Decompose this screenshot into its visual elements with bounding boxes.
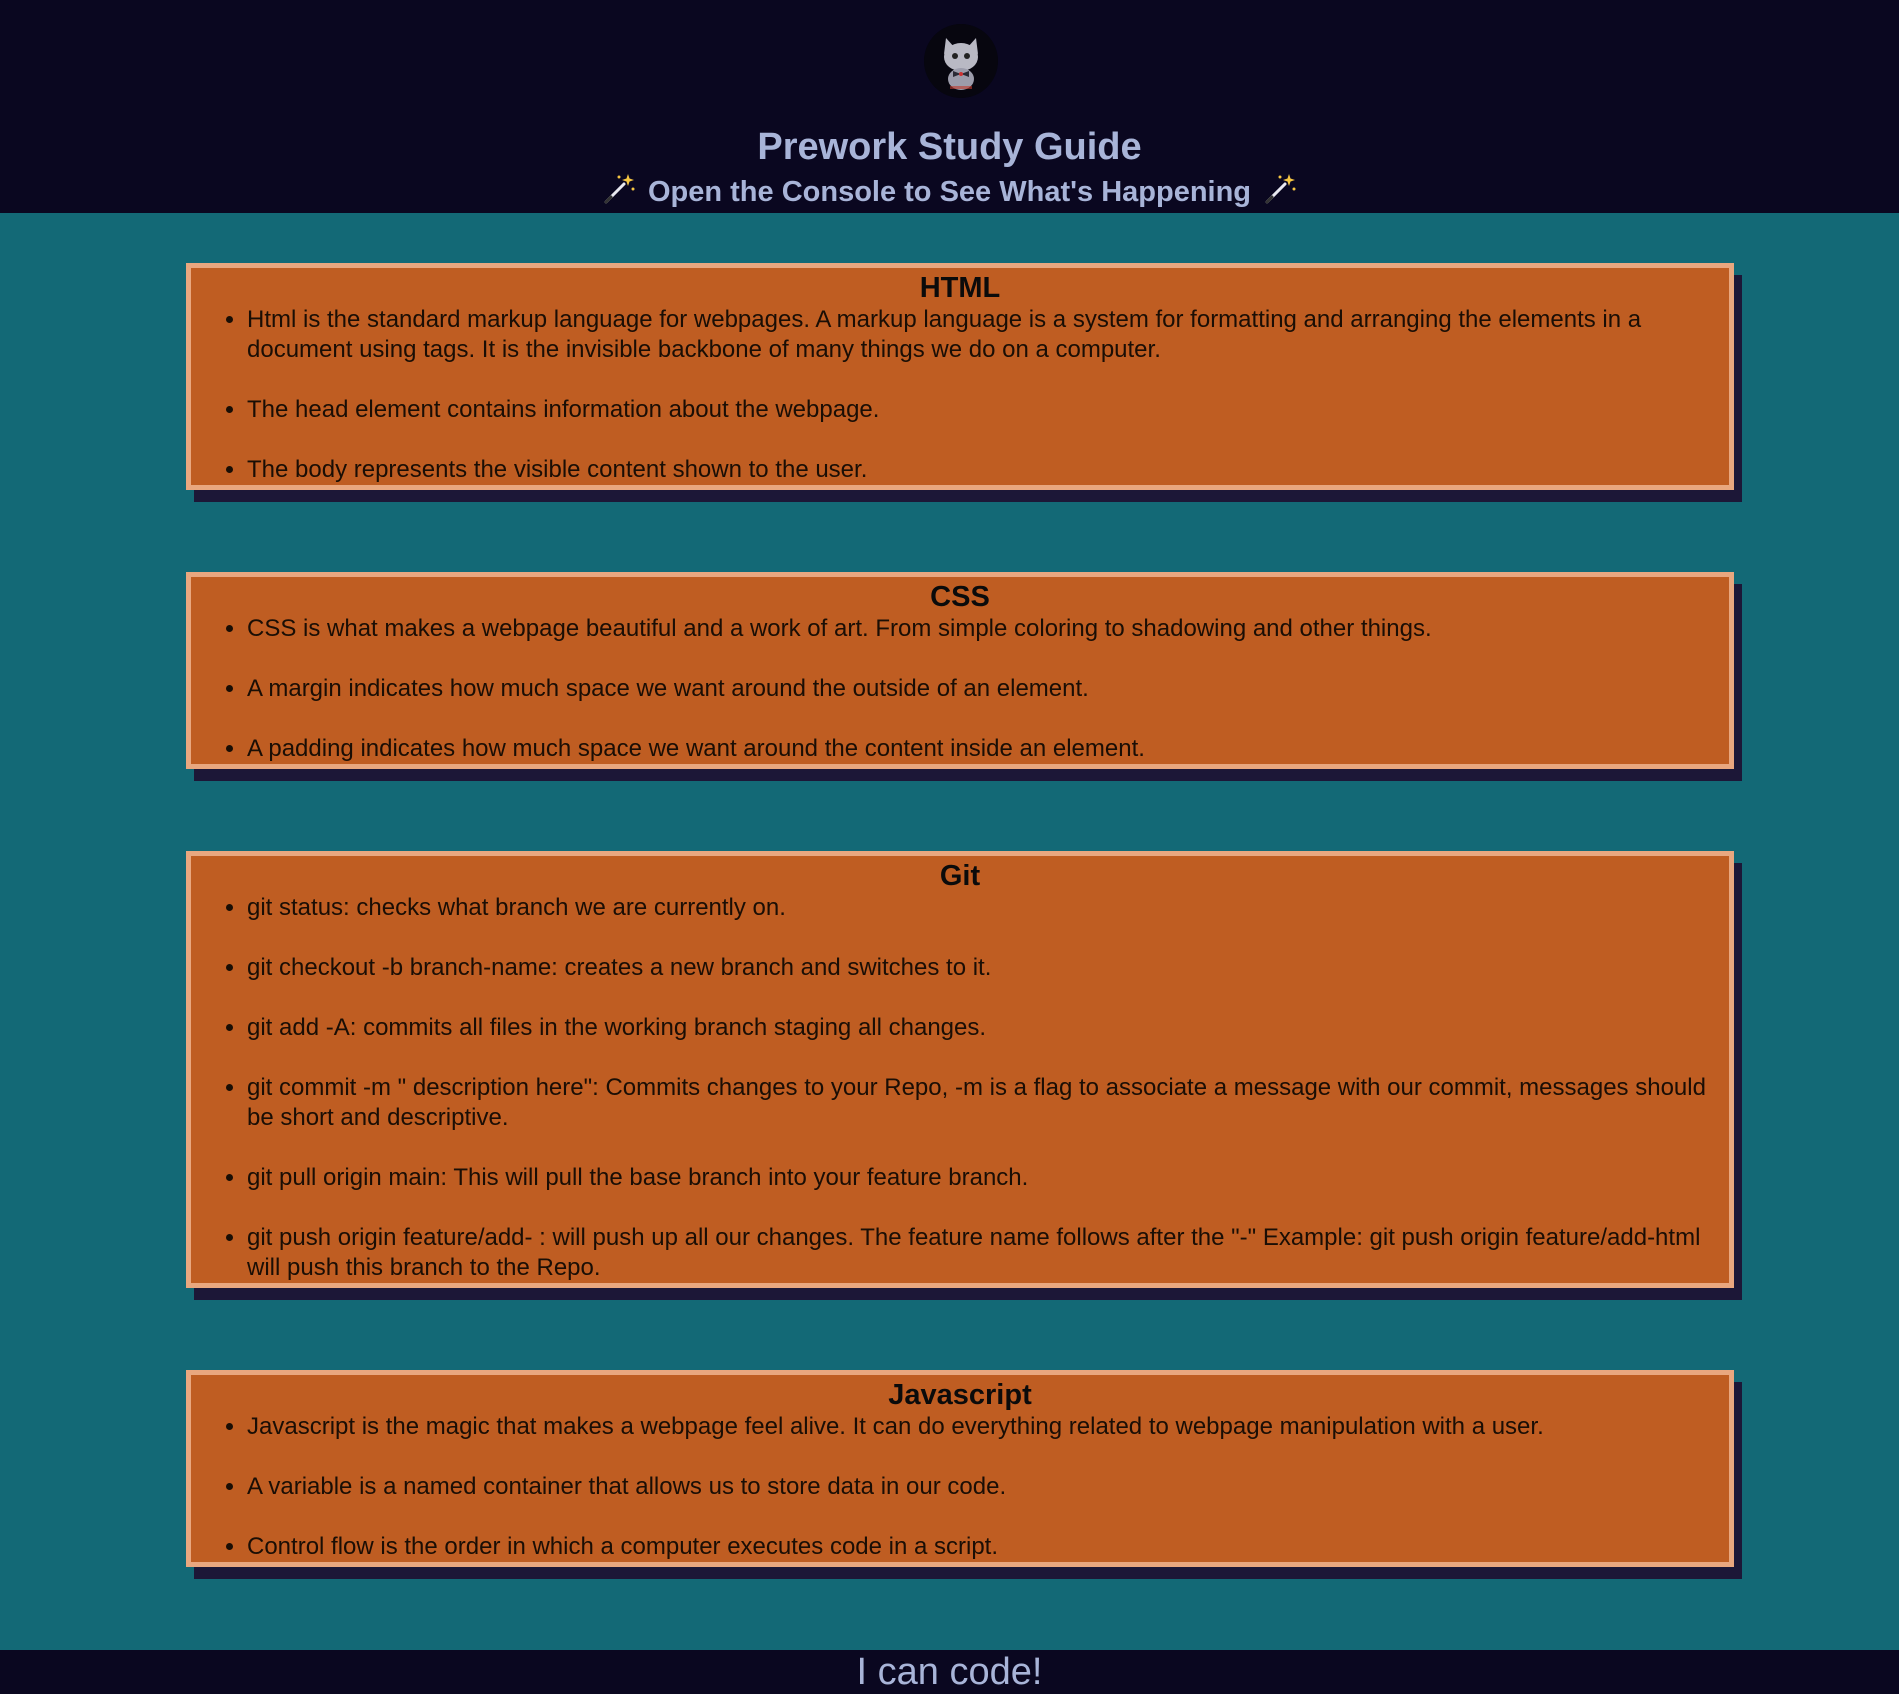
cat-avatar-icon xyxy=(924,24,998,98)
list-item: git checkout -b branch-name: creates a n… xyxy=(247,953,1709,983)
page-footer: I can code! xyxy=(0,1650,1899,1694)
section-css: CSS CSS is what makes a webpage beautifu… xyxy=(186,572,1734,769)
section-git: Git git status: checks what branch we ar… xyxy=(186,851,1734,1288)
list-item: Html is the standard markup language for… xyxy=(247,305,1709,365)
list-item: The head element contains information ab… xyxy=(247,395,1709,425)
magic-wand-icon xyxy=(1263,172,1297,206)
list-item: The body represents the visible content … xyxy=(247,455,1709,485)
section-list: Html is the standard markup language for… xyxy=(191,305,1729,485)
page-header: Prework Study Guide Open the Console to … xyxy=(0,0,1899,213)
page-subtitle: Open the Console to See What's Happening xyxy=(0,174,1899,210)
list-item: Control flow is the order in which a com… xyxy=(247,1532,1709,1562)
magic-wand-icon xyxy=(602,172,636,206)
list-item: git push origin feature/add- : will push… xyxy=(247,1223,1709,1283)
section-title: CSS xyxy=(930,581,990,613)
subtitle-text: Open the Console to See What's Happening xyxy=(647,176,1252,208)
section-html: HTML Html is the standard markup languag… xyxy=(186,263,1734,490)
list-item: A padding indicates how much space we wa… xyxy=(247,734,1709,764)
list-item: git status: checks what branch we are cu… xyxy=(247,893,1709,923)
list-item: git commit -m " description here": Commi… xyxy=(247,1073,1709,1133)
section-list: CSS is what makes a webpage beautiful an… xyxy=(191,614,1729,764)
section-title: Git xyxy=(939,860,981,892)
list-item: git add -A: commits all files in the wor… xyxy=(247,1013,1709,1043)
list-item: git pull origin main: This will pull the… xyxy=(247,1163,1709,1193)
section-list: Javascript is the magic that makes a web… xyxy=(191,1412,1729,1562)
list-item: CSS is what makes a webpage beautiful an… xyxy=(247,614,1709,644)
list-item: A variable is a named container that all… xyxy=(247,1472,1709,1502)
section-title: HTML xyxy=(919,272,1001,304)
section-list: git status: checks what branch we are cu… xyxy=(191,893,1729,1283)
page-title: Prework Study Guide xyxy=(757,126,1142,168)
section-javascript: Javascript Javascript is the magic that … xyxy=(186,1370,1734,1567)
list-item: A margin indicates how much space we wan… xyxy=(247,674,1709,704)
list-item: Javascript is the magic that makes a web… xyxy=(247,1412,1709,1442)
footer-text: I can code! xyxy=(856,1651,1043,1693)
section-title: Javascript xyxy=(888,1379,1032,1411)
